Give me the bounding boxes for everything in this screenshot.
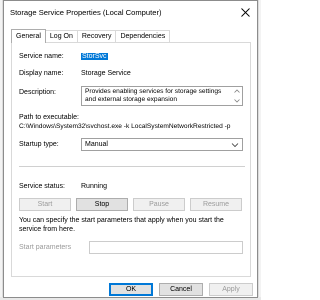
- chevron-down-icon: [234, 99, 240, 103]
- description-label: Description:: [19, 89, 56, 96]
- scroll-up-button[interactable]: [233, 87, 241, 95]
- cancel-button[interactable]: Cancel: [159, 283, 203, 296]
- description-text: Provides enabling services for storage s…: [85, 88, 222, 104]
- start-parameters-info: You can specify the start parameters tha…: [19, 217, 224, 233]
- service-status-label: Service status:: [19, 183, 65, 190]
- display-name-label: Display name:: [19, 70, 64, 77]
- service-name-value[interactable]: StorSvc: [81, 53, 108, 60]
- service-name-label: Service name:: [19, 53, 64, 60]
- resume-button[interactable]: Resume: [190, 198, 242, 211]
- path-value[interactable]: C:\Windows\System32\svchost.exe -k Local…: [19, 123, 230, 130]
- scroll-down-button[interactable]: [233, 97, 241, 105]
- apply-button[interactable]: Apply: [209, 283, 253, 296]
- start-parameters-input[interactable]: [89, 241, 243, 254]
- service-name-selected-text: StorSvc: [81, 53, 108, 60]
- service-status-value: Running: [81, 183, 108, 190]
- display-name-value[interactable]: Storage Service: [81, 70, 131, 77]
- chevron-down-icon: [231, 143, 239, 148]
- title-bar[interactable]: Storage Service Properties (Local Comput…: [4, 1, 257, 23]
- close-button[interactable]: [237, 4, 253, 20]
- startup-type-label: Startup type:: [19, 141, 59, 148]
- tab-general[interactable]: General: [11, 29, 46, 43]
- startup-type-selected: Manual: [85, 141, 108, 148]
- general-tab-panel: Service name: StorSvc Display name: Stor…: [11, 42, 251, 277]
- background-window-right: [258, 0, 261, 300]
- window-title: Storage Service Properties (Local Comput…: [10, 8, 162, 17]
- section-divider: [19, 166, 245, 167]
- service-properties-dialog: Storage Service Properties (Local Comput…: [3, 0, 258, 298]
- start-parameters-label: Start parameters: [19, 244, 72, 251]
- description-textbox[interactable]: Provides enabling services for storage s…: [81, 86, 243, 106]
- chevron-up-icon: [234, 89, 240, 93]
- pause-button[interactable]: Pause: [133, 198, 185, 211]
- startup-type-select[interactable]: Manual: [81, 138, 243, 151]
- start-button[interactable]: Start: [19, 198, 71, 211]
- path-label: Path to executable:: [19, 114, 79, 121]
- stop-button[interactable]: Stop: [76, 198, 128, 211]
- tab-strip: General Log On Recovery Dependencies: [11, 29, 171, 43]
- ok-button[interactable]: OK: [109, 283, 153, 296]
- close-icon: [240, 7, 250, 17]
